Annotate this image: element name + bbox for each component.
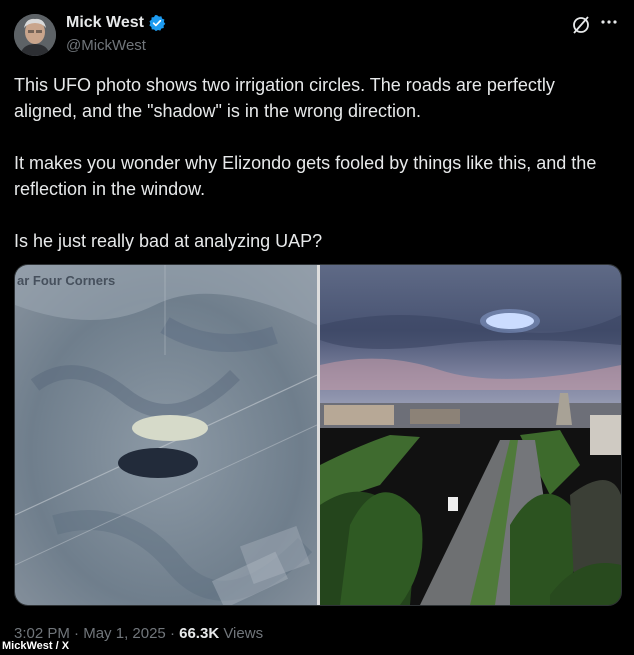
author-name-row: Mick West bbox=[66, 14, 166, 32]
more-options-icon[interactable] bbox=[598, 12, 620, 32]
grok-icon[interactable] bbox=[570, 14, 592, 36]
post-paragraph: This UFO photo shows two irrigation circ… bbox=[14, 75, 555, 121]
street-photo[interactable] bbox=[320, 265, 621, 605]
meta-separator: · bbox=[74, 625, 80, 642]
views-count[interactable]: 66.3K bbox=[179, 625, 219, 642]
author-display-name[interactable]: Mick West bbox=[66, 14, 144, 32]
post-date[interactable]: May 1, 2025 bbox=[83, 625, 166, 642]
post-paragraph: Is he just really bad at analyzing UAP? bbox=[14, 231, 323, 251]
avatar[interactable] bbox=[14, 14, 56, 56]
meta-separator: · bbox=[169, 625, 175, 642]
verified-badge-icon bbox=[148, 14, 166, 32]
views-label: Views bbox=[223, 625, 264, 642]
post-text: This UFO photo shows two irrigation circ… bbox=[14, 72, 622, 280]
aerial-photo[interactable]: ar Four Corners bbox=[15, 265, 317, 605]
post-paragraph: It makes you wonder why Elizondo gets fo… bbox=[14, 153, 597, 199]
post-media[interactable]: ar Four Corners bbox=[14, 264, 622, 606]
photo-caption: ar Four Corners bbox=[17, 273, 116, 288]
image-credit: MickWest / X bbox=[2, 640, 70, 652]
author-handle[interactable]: @MickWest bbox=[66, 37, 146, 54]
